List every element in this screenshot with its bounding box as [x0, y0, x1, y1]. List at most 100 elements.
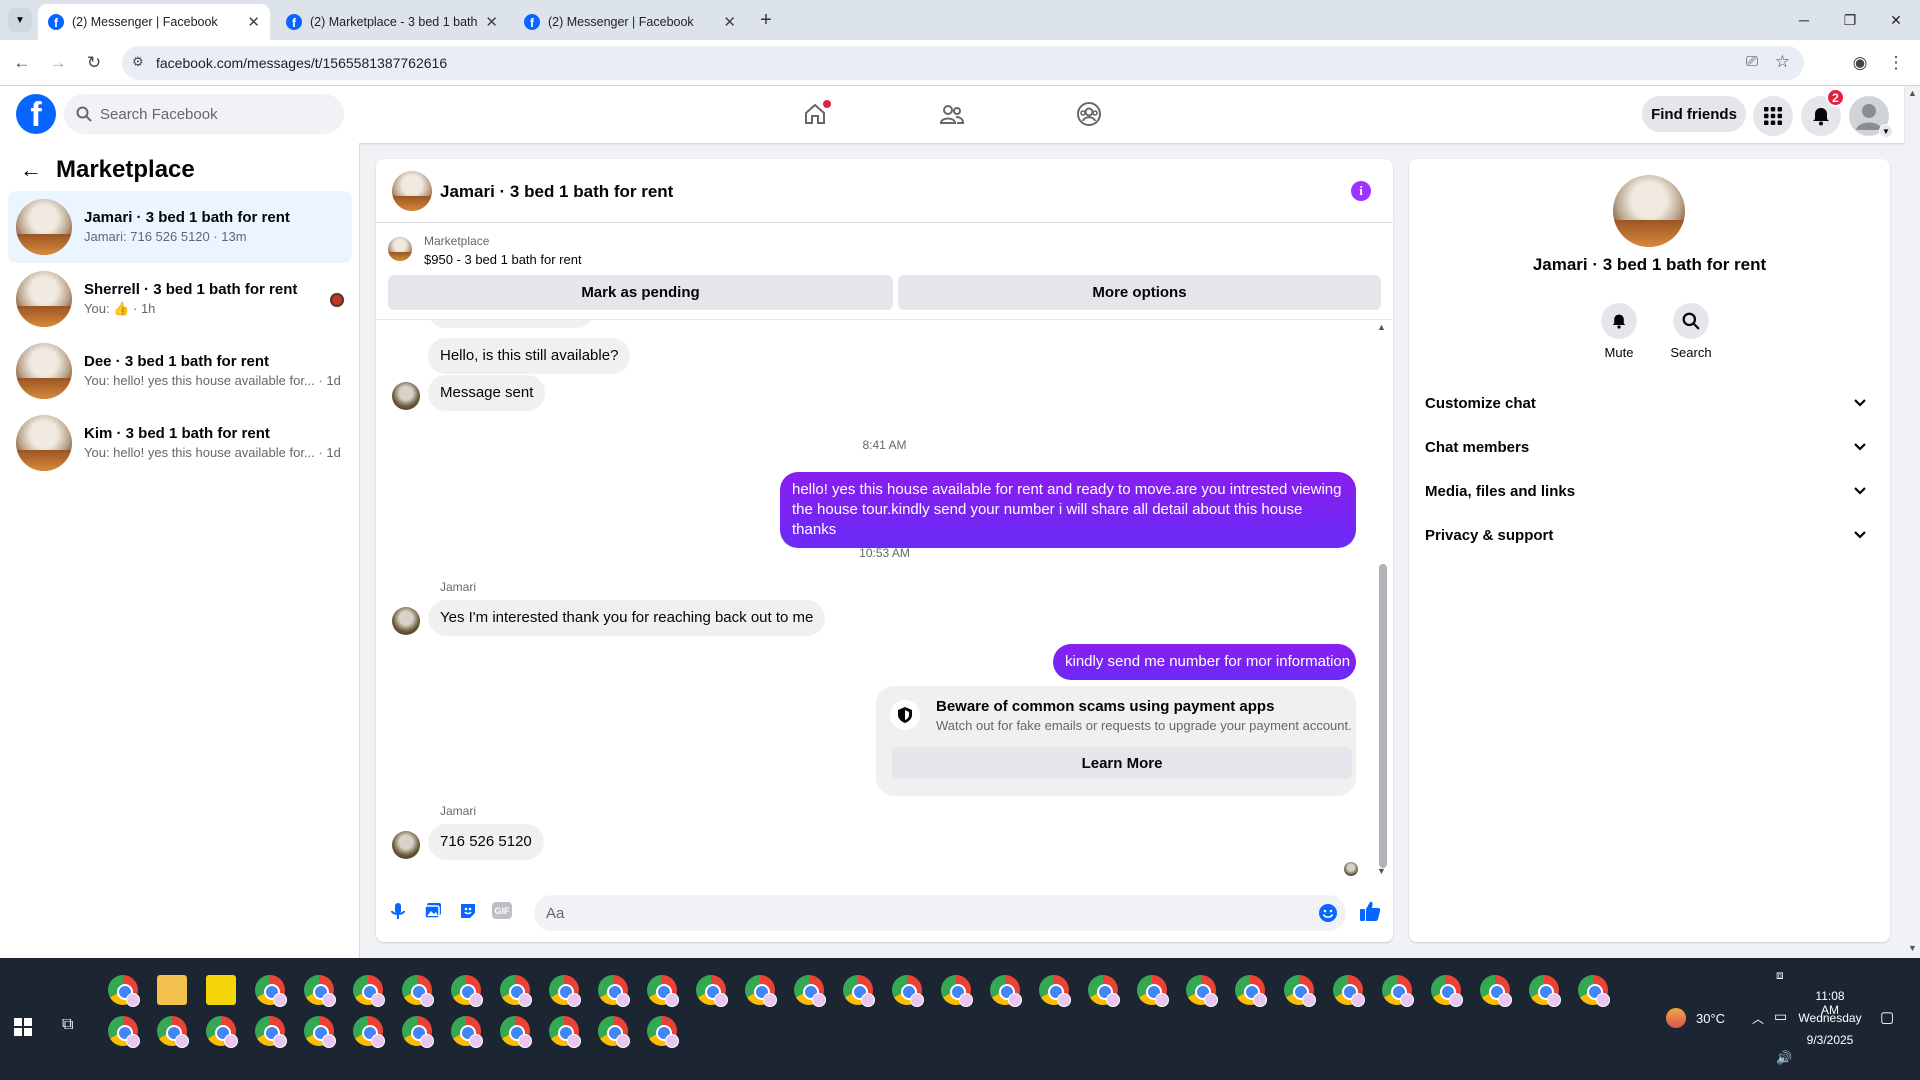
chrome-taskbar-icon[interactable]: [990, 975, 1022, 1007]
message-thread[interactable]: Hello, is this still available? Message …: [376, 319, 1393, 879]
tab-search-button[interactable]: ▼: [8, 8, 32, 32]
browser-tab-messenger-2[interactable]: f (2) Messenger | Facebook ✕: [514, 4, 746, 40]
photo-icon[interactable]: [423, 901, 443, 921]
network-icon[interactable]: ▭: [1774, 1008, 1787, 1025]
chat-title[interactable]: Jamari · 3 bed 1 bath for rent: [440, 182, 673, 202]
address-bar[interactable]: ⚙ facebook.com/messages/t/15655813877626…: [122, 46, 1804, 80]
chrome-taskbar-icon[interactable]: [1088, 975, 1120, 1007]
chrome-taskbar-icon[interactable]: [1186, 975, 1218, 1007]
chrome-taskbar-icon[interactable]: [647, 975, 679, 1007]
page-scroll-down-arrow[interactable]: ▼: [1908, 943, 1917, 953]
details-avatar[interactable]: [1613, 175, 1685, 247]
menu-button[interactable]: [1753, 96, 1793, 136]
chrome-taskbar-icon[interactable]: [549, 975, 581, 1007]
message-input[interactable]: Aa: [534, 895, 1346, 931]
account-avatar[interactable]: ▼: [1849, 96, 1893, 138]
search-in-chat-button[interactable]: Search: [1663, 303, 1719, 360]
chrome-taskbar-icon[interactable]: [255, 975, 287, 1007]
forward-icon[interactable]: →: [44, 49, 72, 77]
message-bubble[interactable]: Yes I'm interested thank you for reachin…: [428, 600, 826, 636]
chrome-taskbar-icon[interactable]: [598, 975, 630, 1007]
customize-chat-section[interactable]: Customize chat: [1425, 381, 1874, 425]
close-tab-icon[interactable]: ✕: [485, 13, 498, 31]
facebook-logo[interactable]: f: [16, 94, 56, 134]
search-facebook-input[interactable]: Search Facebook: [64, 94, 344, 134]
chrome-taskbar-icon[interactable]: [1382, 975, 1414, 1007]
chrome-taskbar-icon[interactable]: [108, 975, 140, 1007]
chrome-taskbar-icon[interactable]: [941, 975, 973, 1007]
chrome-taskbar-icon[interactable]: [1578, 975, 1610, 1007]
outgoing-message-bubble[interactable]: hello! yes this house available for rent…: [780, 472, 1356, 548]
chrome-taskbar-icon[interactable]: [402, 1016, 434, 1048]
scroll-down-arrow[interactable]: ▼: [1377, 866, 1386, 876]
close-tab-icon[interactable]: ✕: [247, 13, 260, 31]
privacy-support-section[interactable]: Privacy & support: [1425, 513, 1874, 557]
conversation-item[interactable]: Sherrell · 3 bed 1 bath for rent You: 👍 …: [8, 263, 352, 335]
scroll-up-arrow[interactable]: ▲: [1377, 322, 1386, 332]
meet-now-icon[interactable]: ⧈: [1776, 968, 1784, 983]
chat-avatar[interactable]: [392, 171, 432, 211]
chrome-taskbar-icon[interactable]: [402, 975, 434, 1007]
emoji-icon[interactable]: [1318, 903, 1338, 923]
chrome-taskbar-icon[interactable]: [549, 1016, 581, 1048]
chrome-taskbar-icon[interactable]: [451, 1016, 483, 1048]
chrome-taskbar-icon[interactable]: [794, 975, 826, 1007]
chrome-taskbar-icon[interactable]: [304, 1016, 336, 1048]
taskbar-clock-day[interactable]: Wednesday: [1798, 1011, 1862, 1025]
browser-menu-icon[interactable]: ⋮: [1882, 49, 1910, 77]
profile-icon[interactable]: ◉: [1846, 49, 1874, 77]
conversation-item[interactable]: Kim · 3 bed 1 bath for rent You: hello! …: [8, 407, 352, 479]
conversation-item[interactable]: Jamari · 3 bed 1 bath for rent Jamari: 7…: [8, 191, 352, 263]
chrome-taskbar-icon[interactable]: [745, 975, 777, 1007]
chrome-taskbar-icon[interactable]: [843, 975, 875, 1007]
windows-start-icon[interactable]: [14, 1018, 32, 1036]
chrome-taskbar-icon[interactable]: [1333, 975, 1365, 1007]
chat-members-section[interactable]: Chat members: [1425, 425, 1874, 469]
learn-more-button[interactable]: Learn More: [892, 747, 1352, 779]
browser-tab-messenger[interactable]: f (2) Messenger | Facebook ✕: [38, 4, 270, 40]
listing-thumbnail[interactable]: [388, 237, 412, 261]
sticker-icon[interactable]: [458, 901, 478, 921]
weather-temperature[interactable]: 30°C: [1696, 1011, 1725, 1026]
nav-home[interactable]: [795, 96, 835, 132]
bookmark-star-icon[interactable]: ☆: [1775, 52, 1790, 72]
mute-button[interactable]: Mute: [1591, 303, 1647, 360]
media-files-links-section[interactable]: Media, files and links: [1425, 469, 1874, 513]
new-tab-button[interactable]: +: [752, 6, 780, 34]
restore-window-icon[interactable]: ❐: [1828, 6, 1872, 34]
chrome-taskbar-icon[interactable]: [304, 975, 336, 1007]
chrome-taskbar-icon[interactable]: [451, 975, 483, 1007]
speaker-icon[interactable]: 🔊: [1776, 1050, 1792, 1066]
chrome-taskbar-icon[interactable]: [1431, 975, 1463, 1007]
back-arrow-icon[interactable]: ←: [20, 157, 42, 183]
sticky-notes-icon[interactable]: [206, 975, 236, 1005]
chrome-taskbar-icon[interactable]: [598, 1016, 630, 1048]
nav-friends[interactable]: [932, 96, 972, 132]
close-window-icon[interactable]: ✕: [1874, 6, 1918, 34]
find-friends-button[interactable]: Find friends: [1642, 96, 1746, 132]
chrome-taskbar-icon[interactable]: [1137, 975, 1169, 1007]
close-tab-icon[interactable]: ✕: [723, 13, 736, 31]
more-options-button[interactable]: More options: [898, 275, 1381, 310]
chrome-taskbar-icon[interactable]: [1039, 975, 1071, 1007]
chrome-taskbar-icon[interactable]: [157, 1016, 189, 1048]
chrome-taskbar-icon[interactable]: [696, 975, 728, 1007]
back-icon[interactable]: ←: [8, 49, 36, 77]
page-scroll-up-arrow[interactable]: ▲: [1908, 88, 1917, 98]
info-icon[interactable]: i: [1351, 181, 1371, 201]
install-app-icon[interactable]: ⎚: [1746, 53, 1758, 70]
chrome-taskbar-icon[interactable]: [1480, 975, 1512, 1007]
chrome-taskbar-icon[interactable]: [892, 975, 924, 1007]
message-bubble[interactable]: 716 526 5120: [428, 824, 544, 860]
chrome-taskbar-icon[interactable]: [1529, 975, 1561, 1007]
notification-center-icon[interactable]: ▢: [1880, 1008, 1894, 1026]
chrome-taskbar-icon[interactable]: [108, 1016, 140, 1048]
chrome-taskbar-icon[interactable]: [255, 1016, 287, 1048]
chrome-taskbar-icon[interactable]: [500, 1016, 532, 1048]
microphone-icon[interactable]: [388, 901, 408, 921]
message-scrollbar[interactable]: [1379, 564, 1387, 868]
chrome-taskbar-icon[interactable]: [1284, 975, 1316, 1007]
taskbar-clock-date[interactable]: 9/3/2025: [1800, 1033, 1860, 1047]
chrome-taskbar-icon[interactable]: [353, 1016, 385, 1048]
browser-tab-marketplace[interactable]: f (2) Marketplace - 3 bed 1 bath ✕: [276, 4, 508, 40]
